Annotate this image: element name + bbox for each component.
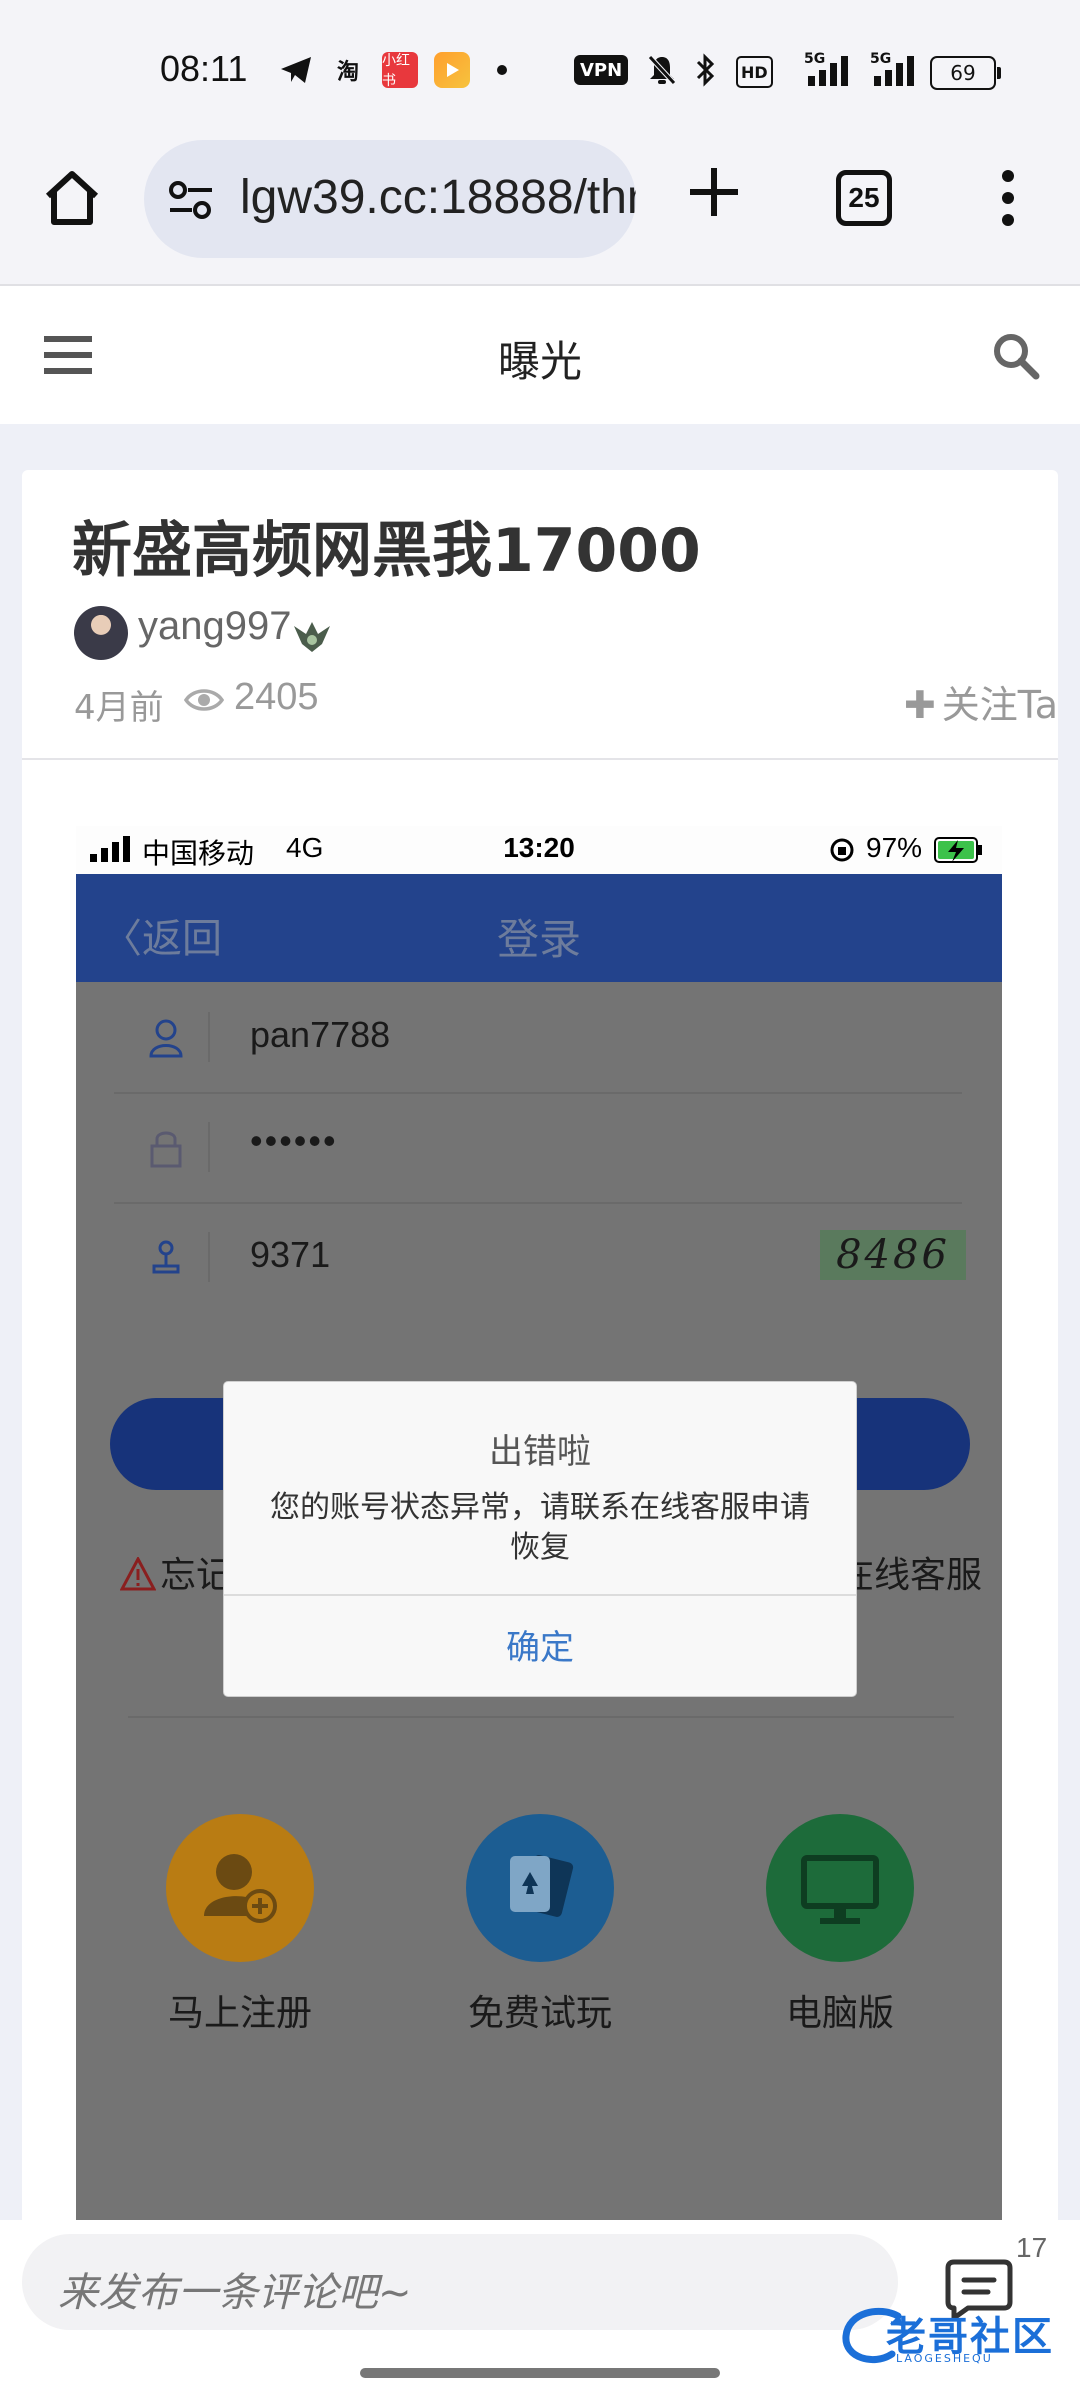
taobao-icon: 淘	[336, 60, 359, 85]
search-icon[interactable]	[992, 332, 1040, 380]
desktop-version-icon	[766, 1814, 914, 1962]
hd-voice-icon: HD	[736, 56, 773, 88]
post-screenshot-image[interactable]: 中国移动 4G 13:20 97% 〈返回 登录 pan7788 •••••• …	[76, 826, 1002, 2230]
watermark-logo: 老哥社区 LAOGESHEQU	[840, 2302, 1076, 2372]
tab-switcher-button[interactable]: 25	[836, 170, 892, 226]
more-menu-icon[interactable]	[1000, 168, 1016, 228]
author-avatar[interactable]	[74, 606, 128, 660]
status-time: 08:11	[160, 48, 248, 89]
view-count: 2405	[234, 676, 319, 718]
comment-input[interactable]: 来发布一条评论吧~	[22, 2234, 898, 2330]
signal-5g-icon-2: 5G	[866, 52, 922, 88]
rotation-lock-icon	[830, 838, 854, 862]
author-name[interactable]: yang997	[138, 604, 291, 649]
post-time: 4月前	[74, 688, 164, 728]
site-title: 曝光	[497, 337, 582, 386]
url-text: lgw39.cc:18888/thread	[240, 171, 636, 224]
network-type-label: 5G	[804, 51, 826, 67]
divider	[208, 1122, 210, 1172]
home-icon[interactable]	[40, 166, 104, 230]
screenshot-status-bar: 中国移动 4G 13:20 97%	[76, 826, 1002, 874]
divider	[128, 1716, 954, 1718]
user-icon	[149, 1019, 183, 1058]
vpn-icon: VPN	[574, 55, 629, 85]
online-service-link: 在线客服	[837, 1555, 982, 1596]
battery-icon: 69	[930, 56, 1001, 90]
screenshot-page-title: 登录	[496, 915, 581, 964]
system-status-bar: 08:11 淘 小红书 VPN HD 5G 5G 69	[0, 0, 1080, 140]
comment-placeholder: 来发布一条评论吧~	[58, 2270, 412, 2316]
battery-percent: 97%	[866, 832, 923, 863]
site-header: 曝光	[0, 286, 1080, 424]
screenshot-time: 13:20	[503, 832, 575, 863]
divider	[224, 1594, 856, 1596]
shortcut-label-trial: 免费试玩	[467, 1993, 612, 2034]
post-title: 新盛高频网黑我17000	[72, 516, 701, 586]
telegram-icon	[278, 52, 314, 88]
trial-play-cards-icon	[466, 1814, 614, 1962]
divider	[208, 1232, 210, 1282]
signal-5g-icon-1: 5G	[800, 52, 856, 88]
dialog-title: 出错啦	[489, 1432, 591, 1472]
follow-label: 关注Ta	[941, 683, 1058, 727]
forgot-label: 忘记	[160, 1555, 233, 1596]
xiaohongshu-icon: 小红书	[382, 52, 418, 89]
shortcut-label-register: 马上注册	[167, 1993, 312, 2034]
plus-icon: ✚	[903, 683, 936, 727]
network-type-label: 5G	[870, 51, 892, 67]
post-card: 新盛高频网黑我17000 yang997 4月前 2405 ✚ 关注Ta 中国移动…	[22, 470, 1058, 2230]
site-settings-icon[interactable]	[166, 178, 216, 222]
username-value: pan7788	[250, 1014, 391, 1055]
views-eye-icon	[183, 686, 225, 714]
mute-bell-icon	[644, 52, 680, 88]
divider	[22, 758, 1058, 760]
error-dialog: 出错啦 您的账号状态异常，请联系在线客服申请恢复 确定	[224, 1382, 856, 1696]
warning-icon	[120, 1557, 156, 1591]
user-level-badge-icon	[292, 618, 332, 656]
captcha-row: 9371 8486	[114, 1202, 966, 1312]
dialog-message: 您的账号状态异常，请联系在线客服申请恢复	[270, 1490, 810, 1565]
more-notifications-dot-icon	[494, 52, 510, 88]
lock-icon	[150, 1131, 182, 1168]
charging-battery-icon	[934, 837, 982, 863]
new-tab-icon[interactable]	[686, 164, 742, 220]
address-bar[interactable]: lgw39.cc:18888/thread	[144, 140, 636, 258]
dialog-ok-button: 确定	[506, 1628, 574, 1668]
stamp-icon	[152, 1240, 180, 1274]
username-row: pan7788	[114, 982, 962, 1094]
browser-toolbar: lgw39.cc:18888/thread 25	[0, 140, 1080, 286]
bluetooth-icon	[692, 52, 720, 88]
divider	[208, 1012, 210, 1062]
register-icon	[166, 1814, 314, 1962]
screenshot-nav-bar: 〈返回 登录	[76, 874, 1002, 982]
follow-button[interactable]: ✚ 关注Ta	[904, 674, 1058, 729]
forgot-link: 忘记	[120, 1546, 232, 1598]
password-row: ••••••	[114, 1092, 962, 1204]
comment-bar: 来发布一条评论吧~ 17 老哥社区 LAOGESHEQU	[0, 2220, 1080, 2400]
gesture-handle[interactable]	[360, 2368, 720, 2378]
password-value: ••••••	[250, 1120, 338, 1161]
comment-count: 17	[1016, 2232, 1048, 2263]
shortcut-label-desktop: 电脑版	[785, 1993, 894, 2034]
captcha-image: 8486	[820, 1230, 966, 1280]
captcha-value: 9371	[250, 1234, 331, 1275]
watermark-subtext: LAOGESHEQU	[896, 2352, 993, 2365]
video-app-icon	[434, 52, 470, 88]
